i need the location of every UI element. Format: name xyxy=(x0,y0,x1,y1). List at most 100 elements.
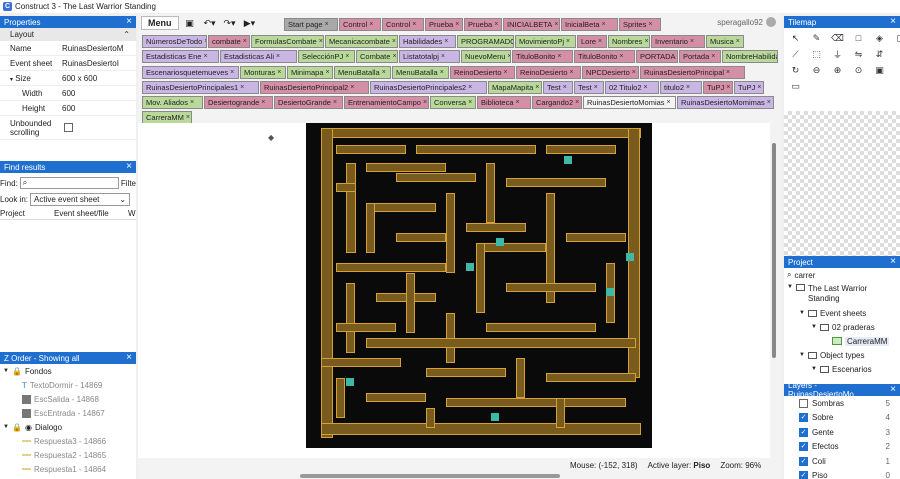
close-tab-icon[interactable]: × xyxy=(369,21,373,28)
close-tab-icon[interactable]: × xyxy=(276,53,280,60)
mirror-icon[interactable]: ⇋ xyxy=(850,47,867,61)
undo-icon[interactable]: ↶▾ xyxy=(201,16,219,30)
close-tab-icon[interactable]: × xyxy=(392,53,396,60)
tab-ruinasdesiertomomimas[interactable]: RuinasDesiertoMomimas × xyxy=(677,96,774,109)
close-tab-icon[interactable]: × xyxy=(557,53,561,60)
tilemap-palette[interactable] xyxy=(784,111,900,256)
tab-n-merosdetodo[interactable]: NúmerosDeTodo× xyxy=(142,35,207,48)
close-tab-icon[interactable]: × xyxy=(243,38,247,45)
close-tab-icon[interactable]: × xyxy=(648,21,652,28)
pointer-icon[interactable]: ↖ xyxy=(787,31,804,45)
close-tab-icon[interactable]: × xyxy=(563,84,567,91)
close-tab-icon[interactable]: × xyxy=(598,38,602,45)
close-tab-icon[interactable]: × xyxy=(554,21,558,28)
close-tab-icon[interactable]: × xyxy=(575,99,579,106)
tab-reinodesierto[interactable]: ReinoDesierto × xyxy=(450,66,515,79)
tab-tupj[interactable]: TuPJ × xyxy=(703,81,733,94)
prop-row-width[interactable]: Width 600 xyxy=(0,86,136,101)
expand-triangle-icon[interactable]: ▼ xyxy=(3,424,9,430)
close-tab-icon[interactable]: × xyxy=(570,69,574,76)
expand-triangle-icon[interactable]: ▼ xyxy=(799,310,805,316)
prop-row-height[interactable]: Height 600 xyxy=(0,101,136,116)
close-icon[interactable]: × xyxy=(890,385,896,395)
close-icon[interactable]: × xyxy=(126,353,132,363)
tab-titulo2[interactable]: titulo2 × xyxy=(660,81,702,94)
tab-ruinasdesiertomomias[interactable]: RuinasDesiertoMomias × xyxy=(583,96,676,109)
layer-visible-checkbox[interactable]: ✓ xyxy=(799,456,808,466)
order-item[interactable]: Respuesta2 - 14865 xyxy=(0,448,136,462)
close-tab-icon[interactable]: × xyxy=(382,69,386,76)
prop-row-event-sheet[interactable]: Event sheet RuinasDesiertoI xyxy=(0,56,136,71)
prop-row-name[interactable]: Name RuinasDesiertoM xyxy=(0,41,136,56)
tab-movimientopj[interactable]: MovimientoPj × xyxy=(515,35,576,48)
tab-02-titulo2[interactable]: 02 Titulo2 × xyxy=(605,81,659,94)
tab-nuevomenu[interactable]: NuevoMenu× xyxy=(461,50,511,63)
flip-icon[interactable]: ⇵ xyxy=(871,47,888,61)
tab-desiertogrande[interactable]: DesiertoGrande × xyxy=(274,96,343,109)
tab-reinodesierto[interactable]: ReinoDesierto × xyxy=(516,66,581,79)
tab-entrenamientocampo[interactable]: EntrenamientoCampo × xyxy=(344,96,429,109)
close-tab-icon[interactable]: × xyxy=(468,84,472,91)
project-item-root[interactable]: ▼ The Last Warrior Standing xyxy=(784,282,900,306)
order-item[interactable]: Respuesta1 - 14864 xyxy=(0,462,136,476)
select-icon[interactable]: ⬚ xyxy=(808,47,825,61)
project-item-carreramm[interactable]: CarreraMM xyxy=(784,334,900,348)
user-account[interactable]: speragallo92 xyxy=(717,17,776,27)
tab-monturas[interactable]: Monturas × xyxy=(240,66,286,79)
close-tab-icon[interactable]: × xyxy=(468,99,472,106)
close-icon[interactable]: × xyxy=(890,17,896,27)
tab-ruinasdesiertoprincipales2[interactable]: RuinasDesiertoPrincipales2 × xyxy=(370,81,487,94)
rotate-icon[interactable]: ↻ xyxy=(787,63,804,77)
find-input[interactable]: ⌕ xyxy=(19,177,119,189)
close-tab-icon[interactable]: × xyxy=(325,21,329,28)
tab-conversa[interactable]: Conversa × xyxy=(430,96,476,109)
canvas-vertical-scrollbar[interactable] xyxy=(770,123,778,458)
close-tab-icon[interactable]: × xyxy=(602,21,606,28)
close-tab-icon[interactable]: × xyxy=(392,38,396,45)
close-tab-icon[interactable]: × xyxy=(535,84,539,91)
tab-combate[interactable]: combate × xyxy=(208,35,250,48)
close-tab-icon[interactable]: × xyxy=(594,84,598,91)
layer-visible-checkbox[interactable]: ✓ xyxy=(799,427,808,437)
eye-hidden-icon[interactable]: ◉ xyxy=(25,423,32,432)
save-icon[interactable]: ▣ xyxy=(181,16,199,30)
project-item-event-sheets[interactable]: ▼ Event sheets xyxy=(784,306,900,320)
layer-visible-checkbox[interactable]: ✓ xyxy=(799,413,808,423)
close-tab-icon[interactable]: × xyxy=(566,38,570,45)
close-tab-icon[interactable]: × xyxy=(277,69,281,76)
close-tab-icon[interactable]: × xyxy=(644,84,648,91)
line-icon[interactable]: ⟋ xyxy=(787,47,804,61)
close-tab-icon[interactable]: × xyxy=(261,99,265,106)
tab-musica[interactable]: Musica × xyxy=(706,35,744,48)
tab-estadisticas-ali[interactable]: Estadisticas Ali × xyxy=(220,50,297,63)
close-tab-icon[interactable]: × xyxy=(690,38,694,45)
tab-inicialbeta[interactable]: InicialBeta × xyxy=(561,18,618,31)
tab-portada[interactable]: PORTADA× xyxy=(636,50,678,63)
close-tab-icon[interactable]: × xyxy=(757,84,761,91)
tab-listatotalpj[interactable]: Listatotalpj × xyxy=(399,50,460,63)
close-tab-icon[interactable]: × xyxy=(204,38,206,45)
close-tab-icon[interactable]: × xyxy=(333,99,337,106)
expand-triangle-icon[interactable]: ▼ xyxy=(787,284,793,290)
eraser-icon[interactable]: ⌫ xyxy=(829,31,846,45)
lock-icon[interactable]: 🔒 xyxy=(12,367,22,376)
close-tab-icon[interactable]: × xyxy=(667,99,671,106)
close-tab-icon[interactable]: × xyxy=(440,69,444,76)
expand-triangle-icon[interactable]: ▼ xyxy=(3,368,9,374)
close-icon[interactable]: × xyxy=(890,257,896,267)
layer-row[interactable]: ✓ Sobre 4 xyxy=(784,411,900,426)
tab-prueba[interactable]: Prueba × xyxy=(464,18,502,31)
rectangle-icon[interactable]: □ xyxy=(850,31,867,45)
close-tab-icon[interactable]: × xyxy=(190,99,194,106)
close-icon[interactable]: × xyxy=(126,162,132,172)
close-tab-icon[interactable]: × xyxy=(711,53,715,60)
tab-inventario[interactable]: Inventario × xyxy=(651,35,705,48)
close-tab-icon[interactable]: × xyxy=(726,69,730,76)
play-icon[interactable]: ▶▾ xyxy=(241,16,259,30)
tab-prueba[interactable]: Prueba × xyxy=(425,18,463,31)
tab-nombres[interactable]: Nombres × xyxy=(608,35,650,48)
layer-visible-checkbox[interactable] xyxy=(799,398,808,408)
tab-combate[interactable]: Combate × xyxy=(356,50,398,63)
expand-triangle-icon[interactable]: ▼ xyxy=(811,366,817,372)
close-tab-icon[interactable]: × xyxy=(686,84,690,91)
